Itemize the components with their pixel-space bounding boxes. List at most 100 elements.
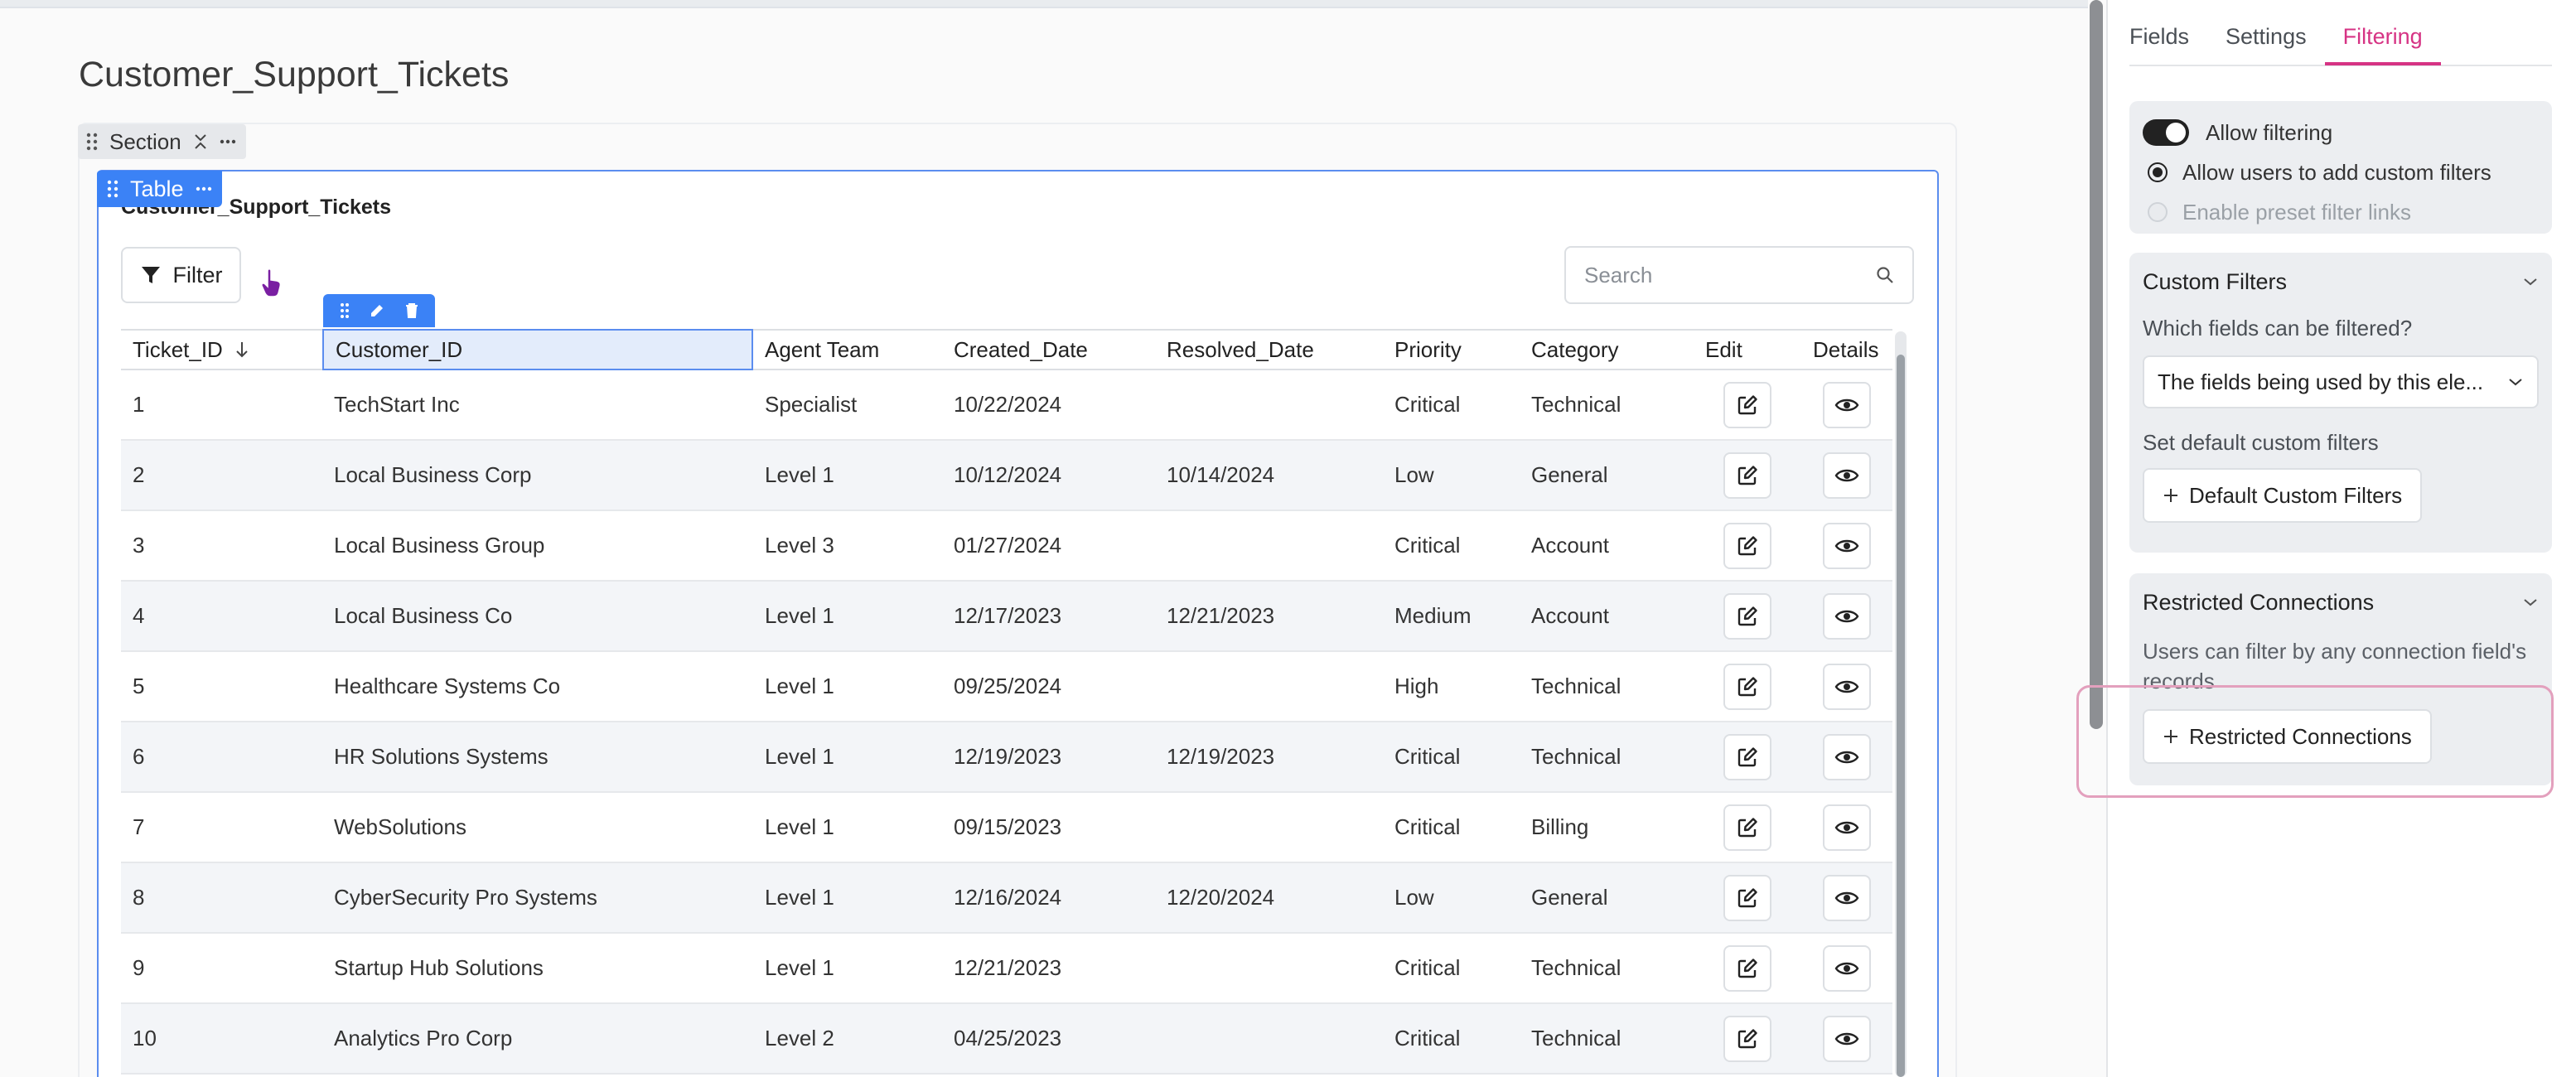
section-label: Section	[109, 128, 181, 154]
cell-customer-id: Local Business Co	[334, 603, 513, 628]
cell-category: Technical	[1531, 955, 1621, 980]
cell-agent-team: Level 2	[765, 1026, 834, 1050]
details-button[interactable]	[1823, 592, 1871, 640]
preset-filter-links-radio[interactable]	[2148, 202, 2168, 222]
table-row[interactable]: 8 CyberSecurity Pro Systems Level 1 12/16/2…	[121, 863, 1892, 934]
sort-down-icon[interactable]	[234, 340, 249, 359]
restricted-connections-header[interactable]: Restricted Connections	[2143, 573, 2539, 631]
edit-button[interactable]	[1723, 381, 1771, 428]
table-row[interactable]: 6 HR Solutions Systems Level 1 12/19/2023 12…	[121, 722, 1892, 793]
edit-button[interactable]	[1723, 592, 1771, 640]
edit-button[interactable]	[1723, 452, 1771, 499]
more-icon[interactable]	[196, 186, 212, 191]
trash-icon[interactable]	[404, 302, 419, 319]
default-custom-filters-button[interactable]: Default Custom Filters	[2143, 468, 2423, 523]
details-cell	[1801, 733, 1892, 780]
table-row[interactable]: 2 Local Business Corp Level 1 10/12/2024 10/…	[121, 441, 1892, 511]
preset-filter-links-option[interactable]: Enable preset filter links	[2143, 192, 2539, 232]
edit-icon	[1737, 606, 1757, 625]
cell-category: Technical	[1531, 674, 1621, 698]
column-header-edit[interactable]: Edit	[1694, 331, 1801, 369]
edit-button[interactable]	[1723, 733, 1771, 780]
column-header-agent-team[interactable]: Agent Team	[753, 331, 942, 369]
edit-button[interactable]	[1723, 804, 1771, 851]
edit-cell	[1694, 1015, 1801, 1062]
eye-icon	[1834, 539, 1859, 552]
search-icon[interactable]	[1876, 266, 1894, 284]
cell-created-date: 09/15/2023	[954, 814, 1062, 839]
chevron-down-icon[interactable]	[2522, 277, 2539, 287]
column-header-resolved-date[interactable]: Resolved_Date	[1155, 331, 1383, 369]
drag-handle-icon[interactable]	[340, 302, 350, 319]
custom-filters-header[interactable]: Custom Filters	[2143, 253, 2539, 311]
edit-button[interactable]	[1723, 874, 1771, 921]
details-button[interactable]	[1823, 663, 1871, 710]
cell-agent-team: Level 1	[765, 814, 834, 839]
details-button[interactable]	[1823, 452, 1871, 499]
table-row[interactable]: 9 Startup Hub Solutions Level 1 12/21/2023 C…	[121, 934, 1892, 1004]
cell-priority: Medium	[1394, 603, 1472, 628]
edit-cell	[1694, 804, 1801, 851]
edit-button[interactable]	[1723, 944, 1771, 992]
edit-icon	[1737, 535, 1757, 555]
table-row[interactable]: 7 WebSolutions Level 1 09/15/2023 Critical Bi…	[121, 793, 1892, 863]
allow-filtering-option[interactable]: Allow filtering	[2143, 113, 2539, 152]
column-header-category[interactable]: Category	[1520, 331, 1694, 369]
edit-icon	[1737, 887, 1757, 907]
search-input[interactable]	[1584, 262, 1876, 288]
details-button[interactable]	[1823, 522, 1871, 569]
collapse-icon[interactable]	[193, 133, 208, 151]
details-button[interactable]	[1823, 381, 1871, 428]
table-row[interactable]: 5 Healthcare Systems Co Level 1 09/25/2024 H…	[121, 652, 1892, 722]
filter-icon	[141, 267, 160, 283]
plus-icon	[2164, 489, 2177, 502]
allow-filtering-toggle[interactable]	[2143, 119, 2189, 146]
cell-priority: Critical	[1394, 1026, 1461, 1050]
details-button[interactable]	[1823, 804, 1871, 851]
allow-custom-filters-label: Allow users to add custom filters	[2182, 159, 2491, 185]
details-button[interactable]	[1823, 874, 1871, 921]
details-button[interactable]	[1823, 1015, 1871, 1062]
details-cell	[1801, 874, 1892, 921]
edit-button[interactable]	[1723, 1015, 1771, 1062]
table-tag[interactable]: Table	[97, 171, 222, 207]
cell-priority: High	[1394, 674, 1439, 698]
chevron-down-icon[interactable]	[2522, 597, 2539, 607]
details-button[interactable]	[1823, 733, 1871, 780]
table-row[interactable]: 3 Local Business Group Level 3 01/27/2024 Cr…	[121, 511, 1892, 582]
canvas-scrollbar[interactable]	[2090, 0, 2103, 729]
cell-category: General	[1531, 462, 1608, 487]
drag-handle-icon[interactable]	[107, 180, 118, 198]
section-tag[interactable]: Section	[78, 124, 246, 159]
search-box[interactable]	[1564, 246, 1914, 304]
table-row[interactable]: 10 Analytics Pro Corp Level 2 04/25/2023 Cri…	[121, 1004, 1892, 1075]
more-icon[interactable]	[220, 139, 236, 144]
page-title: Customer_Support_Tickets	[79, 55, 510, 94]
tab-filtering[interactable]: Filtering	[2324, 0, 2441, 65]
filter-button[interactable]: Filter	[121, 247, 241, 303]
column-header-priority[interactable]: Priority	[1383, 331, 1520, 369]
details-cell	[1801, 522, 1892, 569]
pencil-icon[interactable]	[369, 302, 385, 319]
edit-cell	[1694, 522, 1801, 569]
tab-fields[interactable]: Fields	[2129, 0, 2207, 65]
table-scrollbar-thumb[interactable]	[1897, 355, 1905, 1077]
edit-button[interactable]	[1723, 522, 1771, 569]
tab-settings[interactable]: Settings	[2207, 0, 2325, 65]
column-header-created-date[interactable]: Created_Date	[942, 331, 1155, 369]
cell-category: Account	[1531, 533, 1609, 558]
edit-button[interactable]	[1723, 663, 1771, 710]
eye-icon	[1834, 680, 1859, 693]
cell-priority: Low	[1394, 462, 1434, 487]
column-header-ticket-id[interactable]: Ticket_ID	[121, 331, 322, 369]
column-header-details[interactable]: Details	[1801, 331, 1892, 369]
drag-handle-icon[interactable]	[86, 133, 98, 151]
allow-custom-filters-option[interactable]: Allow users to add custom filters	[2143, 152, 2539, 192]
details-button[interactable]	[1823, 944, 1871, 992]
column-header-customer-id[interactable]: Customer_ID	[322, 329, 753, 370]
table-row[interactable]: 4 Local Business Co Level 1 12/17/2023 12/21…	[121, 582, 1892, 652]
table-row[interactable]: 1 TechStart Inc Specialist 10/22/2024 Critic…	[121, 370, 1892, 441]
edit-icon	[1737, 676, 1757, 696]
filterable-fields-select[interactable]: The fields being used by this ele...	[2143, 355, 2539, 408]
allow-custom-filters-radio[interactable]	[2148, 162, 2168, 182]
